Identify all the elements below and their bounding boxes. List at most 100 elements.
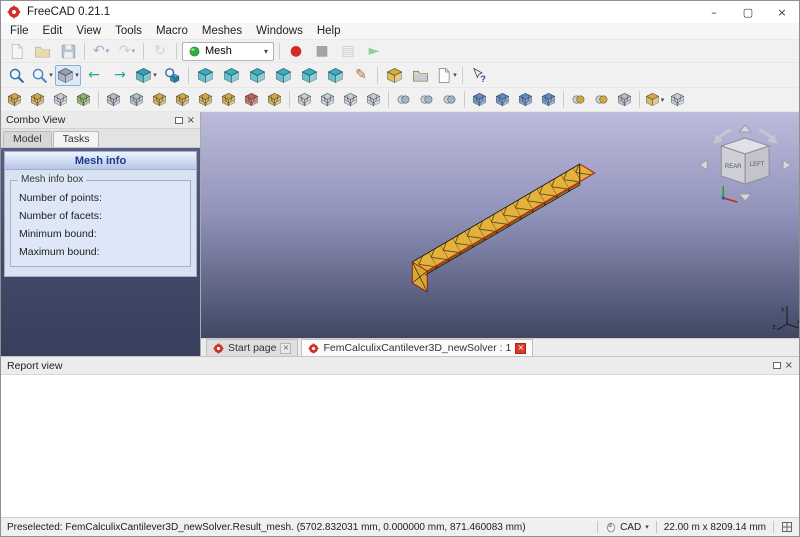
task-section-header[interactable]: Mesh info <box>5 152 196 170</box>
fill-holes-button[interactable] <box>194 90 217 110</box>
view-front-button[interactable] <box>192 65 218 86</box>
close-tab-button[interactable]: × <box>280 342 292 354</box>
zoom-to-selection-button[interactable] <box>159 65 185 86</box>
trim-by-plane-button[interactable] <box>514 90 537 110</box>
macro-record-button[interactable]: ● <box>283 41 309 62</box>
combo-view-title: Combo View <box>6 114 66 126</box>
boolean-intersection-button[interactable] <box>415 90 438 110</box>
merge-meshes-button[interactable] <box>567 90 590 110</box>
curvature-plot-button[interactable] <box>125 90 148 110</box>
menu-windows[interactable]: Windows <box>249 25 310 37</box>
scale-mesh-button[interactable] <box>362 90 385 110</box>
mdi-tab-bar: Start page × FemCalculixCantilever3D_new… <box>201 338 799 356</box>
nav-forward-button[interactable]: → <box>107 65 133 86</box>
close-panel-icon[interactable]: × <box>187 115 195 126</box>
tab-start-page[interactable]: Start page × <box>206 339 299 356</box>
menu-meshes[interactable]: Meshes <box>195 25 249 37</box>
bounding-box-button[interactable] <box>381 65 407 86</box>
view-isometric-button[interactable]: ▾ <box>133 65 159 86</box>
new-document-button[interactable] <box>3 41 29 62</box>
close-hole-button[interactable] <box>217 90 240 110</box>
menu-view[interactable]: View <box>69 25 108 37</box>
mesh-from-shape-button[interactable] <box>72 90 95 110</box>
unwrap-mesh-icon <box>670 92 685 107</box>
open-document-button[interactable] <box>29 41 55 62</box>
measure-distance-button[interactable]: ✎ <box>348 65 374 86</box>
section-mesh-button[interactable] <box>537 90 560 110</box>
boolean-union-button[interactable] <box>392 90 415 110</box>
smooth-mesh-button[interactable] <box>293 90 316 110</box>
close-button[interactable]: × <box>765 1 799 23</box>
report-view-content[interactable] <box>1 375 799 517</box>
3d-viewport[interactable]: REAR LEFT y x z <box>201 112 799 338</box>
navigation-style-selector[interactable]: CAD ▾ <box>605 521 649 533</box>
trim-by-plane-icon <box>518 92 533 107</box>
create-mesh-button[interactable] <box>49 90 72 110</box>
view-right-button[interactable] <box>244 65 270 86</box>
export-mesh-button[interactable] <box>26 90 49 110</box>
remove-components-button[interactable] <box>263 90 286 110</box>
macro-stop-button[interactable]: ■ <box>309 41 335 62</box>
menu-help[interactable]: Help <box>310 25 348 37</box>
segmentation-button[interactable] <box>613 90 636 110</box>
regular-solid-button[interactable]: ▾ <box>643 90 666 110</box>
close-hole-icon <box>221 92 236 107</box>
layout-grid-icon[interactable] <box>781 521 793 533</box>
draw-style-button[interactable]: ▾ <box>55 64 81 86</box>
flip-normals-button[interactable] <box>171 90 194 110</box>
add-triangle-button[interactable] <box>240 90 263 110</box>
undo-button[interactable]: ↶ ▾ <box>88 41 114 62</box>
view-rear-button[interactable] <box>270 65 296 86</box>
taskbox-body: Mesh info box Number of points: Number o… <box>5 170 196 276</box>
float-panel-icon[interactable] <box>174 116 183 124</box>
harmonize-normals-button[interactable] <box>148 90 171 110</box>
float-report-icon[interactable] <box>772 362 781 369</box>
save-document-icon <box>60 43 77 60</box>
menu-edit[interactable]: Edit <box>36 25 70 37</box>
trim-mesh-button[interactable] <box>491 90 514 110</box>
toolbar-separator <box>98 91 99 108</box>
view-top-button[interactable] <box>218 65 244 86</box>
refine-mesh-button[interactable] <box>316 90 339 110</box>
split-mesh-button[interactable] <box>590 90 613 110</box>
curvature-plot-icon <box>129 92 144 107</box>
export-image-button[interactable]: ▾ <box>433 65 459 86</box>
analyze-mesh-icon <box>106 92 121 107</box>
analyze-mesh-button[interactable] <box>102 90 125 110</box>
macro-dialog-button[interactable]: ▤ <box>335 41 361 62</box>
boolean-difference-button[interactable] <box>438 90 461 110</box>
fit-all-button[interactable] <box>3 65 29 86</box>
nav-back-button[interactable]: ← <box>81 65 107 86</box>
close-report-icon[interactable]: × <box>785 360 793 371</box>
tab-fem-document[interactable]: FemCalculixCantilever3D_newSolver : 1 × <box>301 339 534 356</box>
view-left-button[interactable] <box>322 65 348 86</box>
minimize-button[interactable]: – <box>697 1 731 23</box>
refresh-button[interactable]: ↻ <box>147 41 173 62</box>
save-document-button[interactable] <box>55 41 81 62</box>
tab-tasks[interactable]: Tasks <box>52 131 100 147</box>
nav-style-caret-icon: ▾ <box>645 523 649 531</box>
import-mesh-button[interactable] <box>3 90 26 110</box>
workbench-selector[interactable]: Mesh ▾ <box>182 41 274 61</box>
menu-file[interactable]: File <box>3 25 36 37</box>
fit-selection-button[interactable]: ▾ <box>29 65 55 86</box>
close-tab-button[interactable]: × <box>515 342 527 354</box>
view-bottom-button[interactable] <box>296 65 322 86</box>
maximize-button[interactable]: ▢ <box>731 1 765 23</box>
toolbar-separator <box>563 91 564 108</box>
mesh-workbench-icon <box>189 46 200 56</box>
redo-button[interactable]: ↷ ▾ <box>114 41 140 62</box>
flip-normals-icon <box>175 92 190 107</box>
whats-this-button[interactable] <box>466 65 492 86</box>
unwrap-mesh-button[interactable] <box>666 90 689 110</box>
cut-mesh-button[interactable] <box>468 90 491 110</box>
macro-execute-button[interactable]: ► <box>361 41 387 62</box>
create-mesh-icon <box>53 92 68 107</box>
toolbar-separator <box>176 42 177 60</box>
appearance-button[interactable] <box>407 65 433 86</box>
menu-macro[interactable]: Macro <box>149 25 195 37</box>
combo-view-header: Combo View × <box>1 112 200 129</box>
decimate-mesh-button[interactable] <box>339 90 362 110</box>
tab-model[interactable]: Model <box>3 131 52 147</box>
menu-tools[interactable]: Tools <box>108 25 149 37</box>
